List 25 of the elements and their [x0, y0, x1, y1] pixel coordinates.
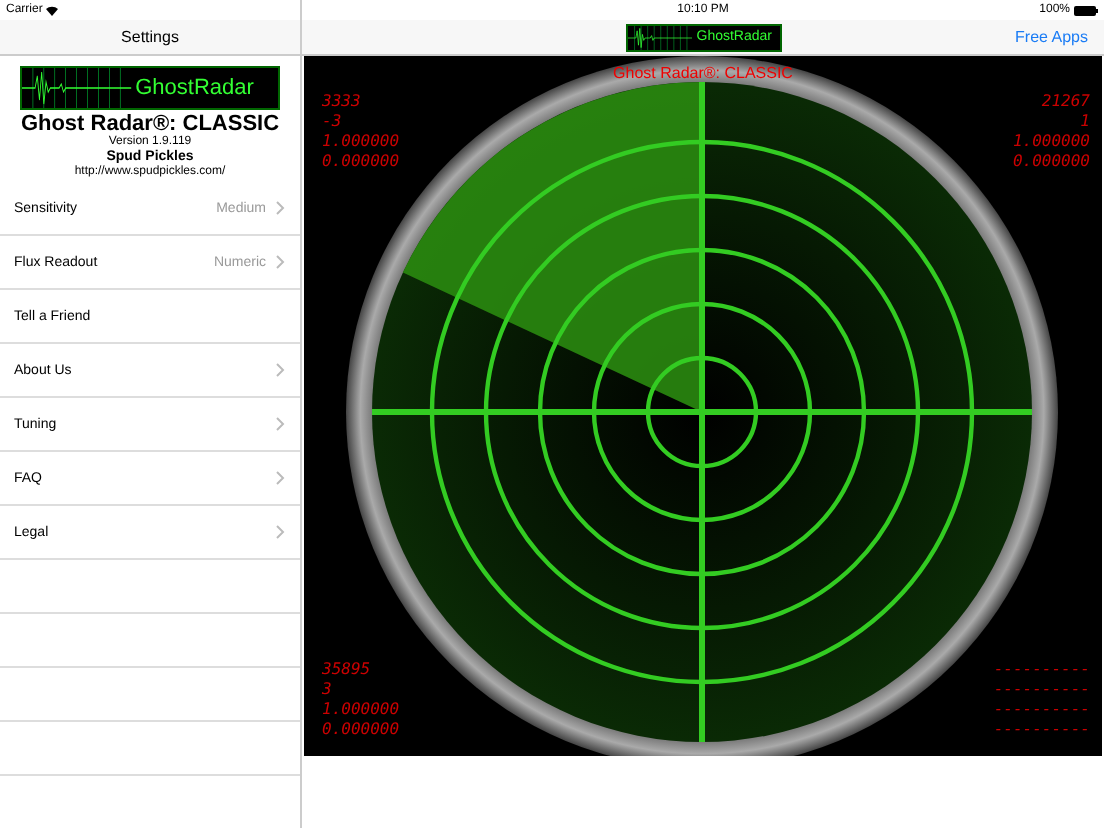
battery-icon — [1074, 5, 1098, 15]
readout-value: ---------- — [993, 720, 1090, 740]
readout-value: 1 — [1080, 112, 1090, 132]
readout-value: 1.000000 — [1012, 132, 1090, 152]
readout-value: ---------- — [993, 700, 1090, 720]
readout-value: 0.000000 — [322, 152, 400, 172]
readout-value: ---------- — [993, 660, 1090, 680]
readout-value: 3 — [322, 680, 332, 700]
readout-value: 0.000000 — [1012, 152, 1090, 172]
readout-value: 1.000000 — [322, 700, 400, 720]
logo-text: GhostRadar — [135, 77, 254, 99]
sidebar-title: Settings — [121, 28, 179, 46]
free-apps-link[interactable]: Free Apps — [1015, 28, 1088, 46]
readout-value: ---------- — [993, 680, 1090, 700]
waveform-icon — [22, 68, 132, 108]
readout-value: 35895 — [322, 660, 371, 680]
wifi-icon — [46, 5, 59, 15]
readout-value: -3 — [322, 112, 342, 132]
app-name: Ghost Radar®: CLASSIC — [20, 114, 280, 136]
radar-title: Ghost Radar®: CLASSIC — [611, 64, 795, 82]
waveform-icon — [627, 25, 693, 49]
readout-value: 21267 — [1041, 92, 1090, 112]
readout-value: 0.000000 — [322, 720, 400, 740]
readout-value: 1.000000 — [322, 132, 400, 152]
readout-value: 3333 — [322, 92, 361, 112]
